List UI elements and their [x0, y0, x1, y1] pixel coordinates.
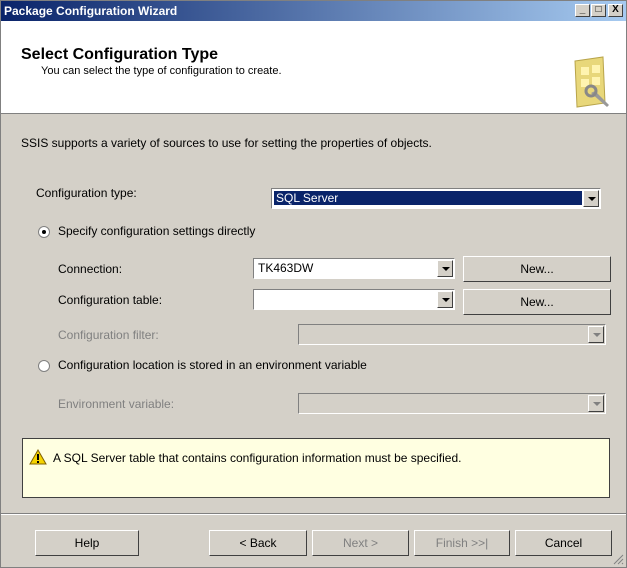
wizard-header-icon: [574, 56, 609, 108]
warning-text: A SQL Server table that contains configu…: [53, 451, 462, 465]
description-text: SSIS supports a variety of sources to us…: [21, 136, 432, 150]
page-title: Select Configuration Type: [21, 46, 219, 63]
chevron-down-icon[interactable]: [437, 291, 453, 308]
warning-panel: A SQL Server table that contains configu…: [22, 438, 610, 498]
close-button[interactable]: X: [608, 4, 623, 17]
warning-icon: [29, 449, 47, 465]
radio-specify-directly[interactable]: [38, 226, 50, 238]
radio-specify-directly-label[interactable]: Specify configuration settings directly: [58, 224, 255, 238]
environment-variable-select[interactable]: [298, 393, 606, 414]
cancel-button[interactable]: Cancel: [515, 530, 612, 556]
title-bar[interactable]: Package Configuration Wizard _ □ X: [1, 1, 626, 21]
radio-environment-variable-label[interactable]: Configuration location is stored in an e…: [58, 358, 367, 372]
connection-value: TK463DW: [258, 261, 314, 275]
config-type-label: Configuration type:: [36, 186, 137, 200]
chevron-down-icon[interactable]: [588, 395, 604, 412]
config-type-value: SQL Server: [274, 191, 582, 205]
config-table-label: Configuration table:: [58, 293, 163, 307]
config-table-select[interactable]: [253, 289, 455, 310]
chevron-down-icon[interactable]: [588, 326, 604, 343]
new-config-table-button[interactable]: New...: [463, 289, 611, 315]
back-button[interactable]: < Back: [209, 530, 307, 556]
maximize-button[interactable]: □: [591, 4, 606, 17]
next-button[interactable]: Next >: [312, 530, 409, 556]
connection-label: Connection:: [58, 262, 123, 276]
new-connection-button[interactable]: New...: [463, 256, 611, 282]
config-filter-select[interactable]: [298, 324, 606, 345]
resize-grip-icon[interactable]: [612, 553, 624, 565]
chevron-down-icon[interactable]: [583, 190, 599, 207]
footer-separator: [1, 513, 626, 515]
wizard-window: Package Configuration Wizard _ □ X Selec…: [0, 0, 627, 568]
page-subtitle: You can select the type of configuration…: [41, 65, 282, 77]
config-type-select[interactable]: SQL Server: [271, 188, 601, 209]
environment-variable-label: Environment variable:: [58, 397, 175, 411]
config-filter-label: Configuration filter:: [58, 328, 159, 342]
minimize-button[interactable]: _: [575, 4, 590, 17]
wizard-header: Select Configuration Type You can select…: [1, 21, 626, 114]
help-button[interactable]: Help: [35, 530, 139, 556]
connection-select[interactable]: TK463DW: [253, 258, 455, 279]
chevron-down-icon[interactable]: [437, 260, 453, 277]
finish-button[interactable]: Finish >>|: [414, 530, 510, 556]
radio-environment-variable[interactable]: [38, 360, 50, 372]
window-title: Package Configuration Wizard: [4, 4, 178, 18]
